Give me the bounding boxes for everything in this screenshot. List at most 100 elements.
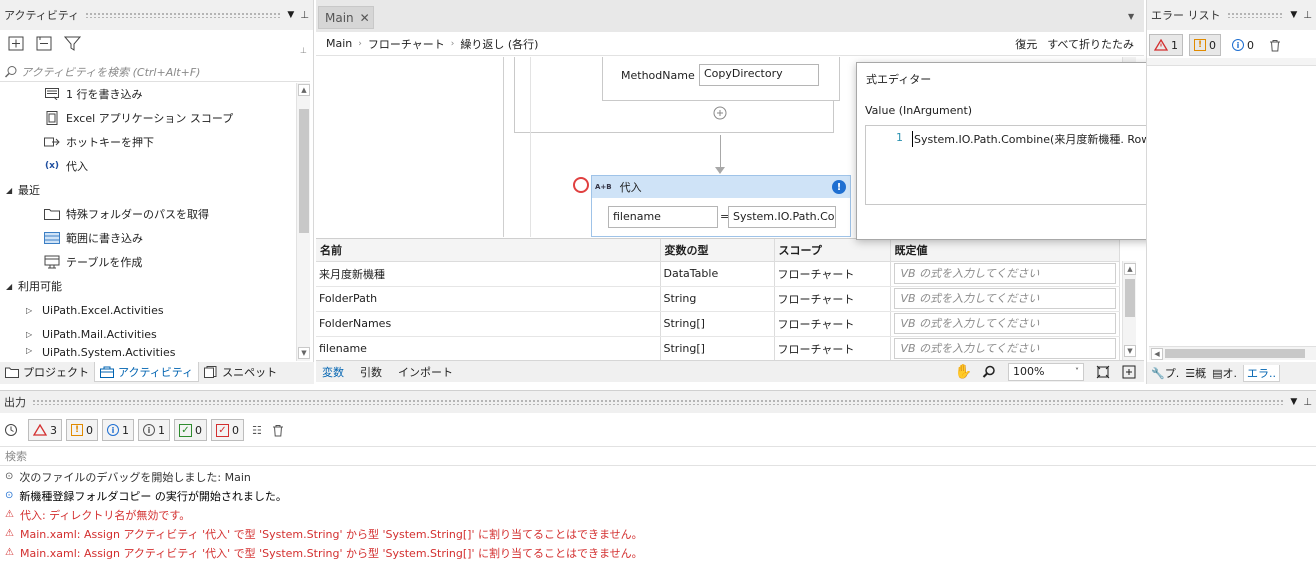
tab-error-list[interactable]: エラ.. [1242,364,1280,382]
log-line[interactable]: ⚠ Main.xaml: Assign アクティビティ '代入' で型 'Sys… [5,524,643,543]
var-type[interactable]: String[] [660,336,775,360]
validation-error-icon[interactable]: ! [832,180,846,194]
tab-project[interactable]: プロジェクト [0,362,94,382]
var-name[interactable]: filename [316,336,661,360]
tab-outline[interactable]: ☰概 [1185,365,1206,381]
activities-scrollbar[interactable]: ▲ ▼ [296,83,310,361]
activity-item[interactable]: Excel アプリケーション スコープ [44,107,233,129]
log-line[interactable]: ⚠ Main.xaml: Assign アクティビティ '代入' で型 'Sys… [5,543,643,562]
var-type[interactable]: DataTable [660,261,775,287]
close-tab-icon[interactable]: ✕ [360,11,370,25]
output-warning-filter[interactable]: ! 0 [66,419,98,441]
add-activity-icon[interactable] [713,106,727,120]
filter-icon[interactable] [64,36,82,52]
pin-icon[interactable]: ⊥ [1303,10,1312,21]
var-scope[interactable]: フローチャート [774,261,891,287]
breadcrumb-item[interactable]: Main [326,37,352,50]
tab-object-repo[interactable]: ▤オ. [1212,365,1237,381]
list-options-icon[interactable]: ☷ [252,424,262,437]
clear-trash-icon[interactable] [272,424,284,437]
var-scope[interactable]: フローチャート [774,286,891,312]
col-default[interactable]: 既定値 [890,239,1120,262]
expand-all-icon[interactable] [8,36,26,52]
error-hscrollbar[interactable]: ◀ [1149,346,1316,360]
tree-group-recent[interactable]: ◢ 最近 [6,179,40,201]
output-info-filter[interactable]: i 1 [102,419,134,441]
tab-main[interactable]: Main ✕ [318,6,374,29]
breadcrumb-item[interactable]: フローチャート [368,36,445,52]
variables-scrollbar[interactable]: ▲ ▼ [1122,261,1136,360]
tab-variables[interactable]: 変数 [322,364,344,380]
scroll-up-icon[interactable]: ▲ [1124,263,1136,275]
assign-to-field[interactable]: filename [608,206,718,228]
fit-to-screen-icon[interactable] [1096,365,1110,379]
tab-snippets[interactable]: スニペット [199,362,282,382]
tab-imports[interactable]: インポート [398,364,453,380]
info-filter-button[interactable]: i 0 [1227,34,1259,56]
package-item[interactable]: ▷ UiPath.Mail.Activities [26,323,157,345]
scroll-down-icon[interactable]: ▼ [1124,345,1136,357]
scroll-thumb[interactable] [1165,349,1305,358]
log-line[interactable]: ⊙ 次のファイルのデバッグを開始しました: Main [5,467,251,486]
pane-menu-icon[interactable]: ▼ [1290,10,1297,20]
tab-activities[interactable]: アクティビティ [94,362,200,382]
tab-properties[interactable]: 🔧プ. [1151,365,1179,381]
trash-icon[interactable] [1269,39,1281,52]
activity-item[interactable]: 範囲に書き込み [44,227,143,249]
timestamp-clock-icon[interactable] [4,423,18,437]
activity-search[interactable]: アクティビティを検索 (Ctrl+Alt+F) [0,62,310,82]
var-scope[interactable]: フローチャート [774,311,891,337]
zoom-select[interactable]: 100% ˅ [1008,362,1084,381]
tab-arguments[interactable]: 引数 [360,364,382,380]
tree-group-available[interactable]: ◢ 利用可能 [6,275,62,297]
activity-item[interactable]: ホットキーを押下 [44,131,154,153]
activity-item[interactable]: 特殊フォルダーのパスを取得 [44,203,209,225]
overview-icon[interactable] [1122,365,1136,379]
pin-icon[interactable]: ⊥ [1303,397,1312,408]
method-name-field[interactable]: CopyDirectory [699,64,819,86]
var-type[interactable]: String [660,286,775,312]
package-item[interactable]: ▷ UiPath.Excel.Activities [26,299,164,321]
collapse-all-icon[interactable] [36,36,54,52]
output-success-filter[interactable]: ✓ 0 [174,419,207,441]
breadcrumb-item[interactable]: 繰り返し (各行) [460,36,538,52]
scroll-down-icon[interactable]: ▼ [298,347,310,359]
invoke-method-activity[interactable]: MethodName CopyDirectory [602,57,840,101]
output-error-filter[interactable]: 3 [28,419,62,441]
tab-overflow-icon[interactable]: ▼ [1128,12,1134,21]
default-value-input[interactable]: VB の式を入力してください [893,263,1116,284]
log-line[interactable]: ⚠ 代入: ディレクトリ名が無効です。 [5,505,190,524]
activity-item[interactable]: (x) 代入 [44,155,88,177]
pane-menu-icon[interactable]: ▼ [1290,397,1297,407]
output-search[interactable]: 検索 [0,446,1316,466]
scroll-thumb[interactable] [1125,279,1135,317]
breakpoint-icon[interactable] [573,177,589,193]
var-scope[interactable]: フローチャート [774,336,891,360]
output-verbose-filter[interactable]: ✓ 0 [211,419,244,441]
warning-filter-button[interactable]: ! 0 [1189,34,1221,56]
log-line[interactable]: ⊙ 新機種登録フォルダコピー の実行が開始されました。 [5,486,287,505]
assign-activity[interactable]: A+B 代入 ! filename = System.IO.Path.Co [591,175,851,237]
default-value-input[interactable]: VB の式を入力してください [893,288,1116,309]
zoom-search-icon[interactable] [982,365,996,379]
pin-icon[interactable]: ⊥ [300,10,309,21]
scroll-left-icon[interactable]: ◀ [1151,348,1163,360]
error-filter-button[interactable]: 1 [1149,34,1183,56]
var-type[interactable]: String[] [660,311,775,337]
pane-menu-icon[interactable]: ▼ [287,10,294,20]
package-item[interactable]: ▷ UiPath.System.Activities [26,346,175,360]
table-row[interactable]: FolderPath String フローチャート VB の式を入力してください [316,286,1120,312]
restore-link[interactable]: 復元 [1015,36,1037,52]
col-type[interactable]: 変数の型 [660,239,775,262]
table-row[interactable]: 来月度新機種 DataTable フローチャート VB の式を入力してください [316,261,1120,287]
activity-item[interactable]: 1 行を書き込み [44,83,143,105]
table-row[interactable]: filename String[] フローチャート VB の式を入力してください [316,336,1120,360]
default-value-input[interactable]: VB の式を入力してください [893,338,1116,359]
assign-value-field[interactable]: System.IO.Path.Co [728,206,836,228]
var-name[interactable]: FolderPath [316,286,661,312]
activity-item[interactable]: テーブルを作成 [44,251,142,273]
var-name[interactable]: FolderNames [316,311,661,337]
col-name[interactable]: 名前 [316,239,661,262]
default-value-input[interactable]: VB の式を入力してください [893,313,1116,334]
scroll-up-icon[interactable]: ▲ [298,84,310,96]
